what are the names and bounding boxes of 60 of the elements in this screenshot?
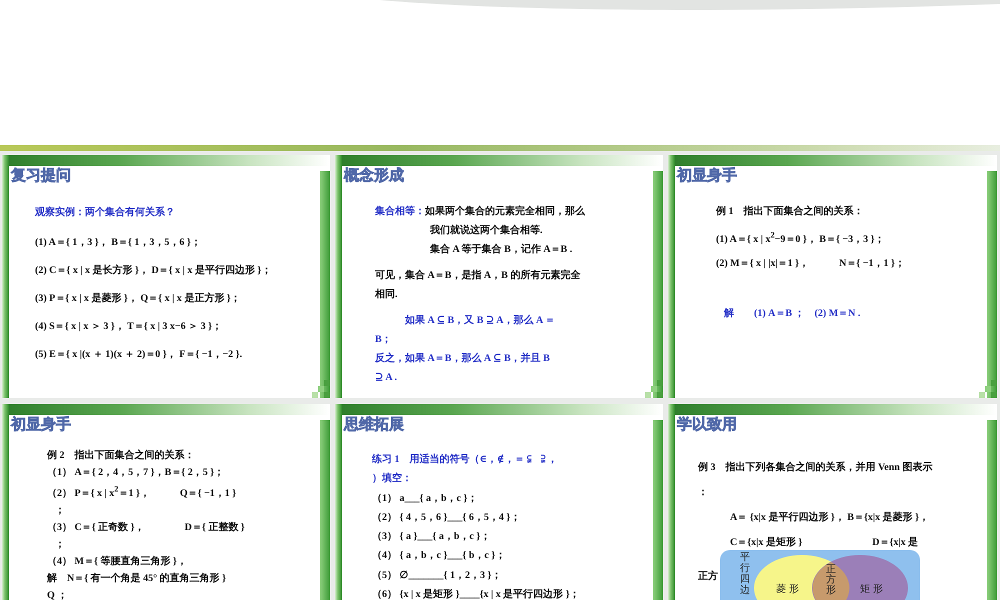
slide-text: （6） {x | x 是矩形 }____{x | x 是平行四边形 }； bbox=[372, 588, 580, 600]
slide-text: 集合相等：如果两个集合的元素完全相同，那么 bbox=[375, 205, 585, 219]
slide-text: 可见，集合 A＝B，是指 A，B 的所有元素完全 bbox=[375, 269, 580, 283]
slide-thumbnail[interactable]: 概念形成 集合相等：如果两个集合的元素完全相同，那么 我们就说这两个集合相等. 集合 A 等于集合 B，记作 A＝B . 可见，集合 A＝B，是指 A，B 的所有元素完全 相同. 如果 A ⊆ B，又 B ⊇ A，那么 A ＝ B； 反之，如果 A＝B，那么 A ⊆ B，并且 B ⊇ A . bbox=[335, 155, 663, 398]
slide-text: Q ； bbox=[47, 589, 68, 600]
venn-label: 正方形 bbox=[826, 564, 836, 596]
slide-text: （4） { a，b，c }___{ b，c }； bbox=[372, 549, 506, 564]
slide-title: 学以致用 bbox=[677, 415, 737, 433]
slide-title: 概念形成 bbox=[344, 166, 404, 184]
slide-text: （3） C＝{ 正奇数 }， D＝{ 正整数 } bbox=[47, 520, 245, 536]
slide-text: （5） ∅_______{ 1，2，3 }； bbox=[372, 568, 502, 583]
slide-text: ： bbox=[698, 486, 708, 500]
slide-text: ）填空： bbox=[372, 472, 412, 486]
slide-title: 初显身手 bbox=[11, 415, 71, 433]
slide-text: 解 (1) A＝B ； (2) M＝N . bbox=[722, 307, 860, 322]
slide-text: ； bbox=[54, 538, 65, 552]
venn-label: 菱 形 bbox=[776, 584, 800, 595]
slide-text: (1) A＝{ x | x$^{2}$−9＝0 }， B＝{ −3，3 }； bbox=[716, 230, 885, 248]
slide-title: 初显身手 bbox=[677, 166, 737, 184]
slide-thumbnail[interactable]: 初显身手 例 1 指出下面集合之间的关系： (1) A＝{ x | x$^{2}$−9＝0 }， B＝{ −3，3 }； (2) M＝{ x | |x|＝1 }， N＝{ −1，1 }； 解 (1) A＝B ； (2) M＝N . bbox=[668, 155, 997, 398]
slide-text: (2) M＝{ x | |x|＝1 }， N＝{ −1，1 }； bbox=[716, 257, 905, 272]
slide-thumbnail[interactable]: 学以致用 例 3 指出下列各集合之间的关系，并用 Venn 图表示 ： A＝ {x|x 是平行四边形 }， B＝{x|x 是菱形 }， C＝{x|x 是矩形 } D＝{x|x 是 正方 平行四边 菱 形 正方形 矩 形 bbox=[668, 404, 997, 600]
slide-text: （3） { a }___{ a，b，c }； bbox=[372, 530, 490, 544]
slide-text: 观察实例：两个集合有何关系？ bbox=[35, 206, 175, 220]
corner-decoration bbox=[312, 380, 330, 398]
slide-text: (5) E＝{ x |(x ＋ 1)(x ＋ 2)＝0 }， F＝{ −1，−2 }. bbox=[35, 348, 242, 362]
slide-text: (3) P＝{ x | x 是菱形 }， Q＝{ x | x 是正方形 }； bbox=[35, 292, 241, 306]
corner-decoration bbox=[645, 380, 663, 398]
slide-text: A＝ {x|x 是平行四边形 }， B＝{x|x 是菱形 }， bbox=[729, 511, 930, 525]
slide-text: ； bbox=[54, 504, 65, 518]
slide-text: 正方 bbox=[698, 570, 718, 584]
slide-text: （2） P＝{ x | x$^{2}$＝1 }， Q＝{ −1，1 } bbox=[47, 484, 236, 502]
slide-text: （1） A＝{ 2，4，5，7 }，B＝{ 2，5 }； bbox=[47, 466, 224, 480]
slide-text: 例 3 指出下列各集合之间的关系，并用 Venn 图表示 bbox=[698, 461, 932, 475]
slide-text: 我们就说这两个集合相等. bbox=[428, 224, 542, 238]
slide-text: 练习 1 用适当的符号（∈，∉，＝ ⫋ ⫌ ， bbox=[372, 452, 558, 467]
slide-text: B； bbox=[375, 333, 392, 347]
slide-text: 相同. bbox=[375, 288, 398, 302]
corner-decoration bbox=[979, 380, 997, 398]
slide-title: 思维拓展 bbox=[344, 415, 404, 433]
slide-title: 复习提问 bbox=[11, 166, 71, 184]
slide-text: C＝{x|x 是矩形 } D＝{x|x 是 bbox=[729, 536, 918, 550]
slide-text: 解 N＝{ 有一个角是 45° 的直角三角形 } bbox=[47, 572, 226, 586]
slide-text: （1） a___{ a，b，c }； bbox=[372, 492, 478, 506]
slide-thumbnail[interactable] bbox=[2, 155, 330, 398]
slide-text: 集合 A 等于集合 B，记作 A＝B . bbox=[429, 243, 572, 257]
venn-label: 平行四边 bbox=[740, 552, 750, 596]
slide-text: 反之，如果 A＝B，那么 A ⊆ B，并且 B bbox=[375, 352, 550, 366]
slide-text: 例 2 指出下面集合之间的关系： bbox=[47, 448, 194, 463]
slide-text: 如果 A ⊆ B，又 B ⊇ A，那么 A ＝ bbox=[404, 314, 556, 328]
venn-label: 矩 形 bbox=[860, 584, 884, 595]
slide-text: ⊇ A . bbox=[375, 371, 397, 385]
slide-text: 例 1 指出下面集合之间的关系： bbox=[716, 205, 864, 219]
slide-text: (2) C＝{ x | x 是长方形 }， D＝{ x | x 是平行四边形 }； bbox=[35, 264, 272, 278]
slide-text: （4） M＝{ 等腰直角三角形 }， bbox=[47, 554, 187, 570]
slide-text: (4) S＝{ x | x ＞ 3 }， T＝{ x | 3 x−6 ＞ 3 }； bbox=[35, 320, 222, 334]
slide-thumbnail[interactable]: 初显身手 例 2 指出下面集合之间的关系： （1） A＝{ 2，4，5，7 }，B＝{ 2，5 }； （2） P＝{ x | x$^{2}$＝1 }， Q＝{ −1，1 } ； （3） C＝{ 正奇数 }， D＝{ 正整数 } ； （4） M＝{ 等腰直角三角形 }， 解 N＝{ 有一个角是 45° 的直角三角形 } Q ； bbox=[2, 404, 330, 600]
slide-text: (1) A＝{ 1，3 }， B＝{ 1，3，5，6 }； bbox=[35, 236, 201, 250]
slide-text: （2） { 4，5，6 }___{ 6，5，4 }； bbox=[372, 510, 520, 525]
slide-thumbnail[interactable]: 思维拓展 练习 1 用适当的符号（∈，∉，＝ ⫋ ⫌ ， ）填空： （1） a___{ a，b，c }； （2） { 4，5，6 }___{ 6，5，4 }； （3） { a }___{ a，b，c }； （4） { a，b，c }___{ b，c }； （5） ∅_______{ 1，2，3 }； （6） {x | x 是矩形 }____{x | x 是平行四边形 }； bbox=[335, 404, 663, 600]
